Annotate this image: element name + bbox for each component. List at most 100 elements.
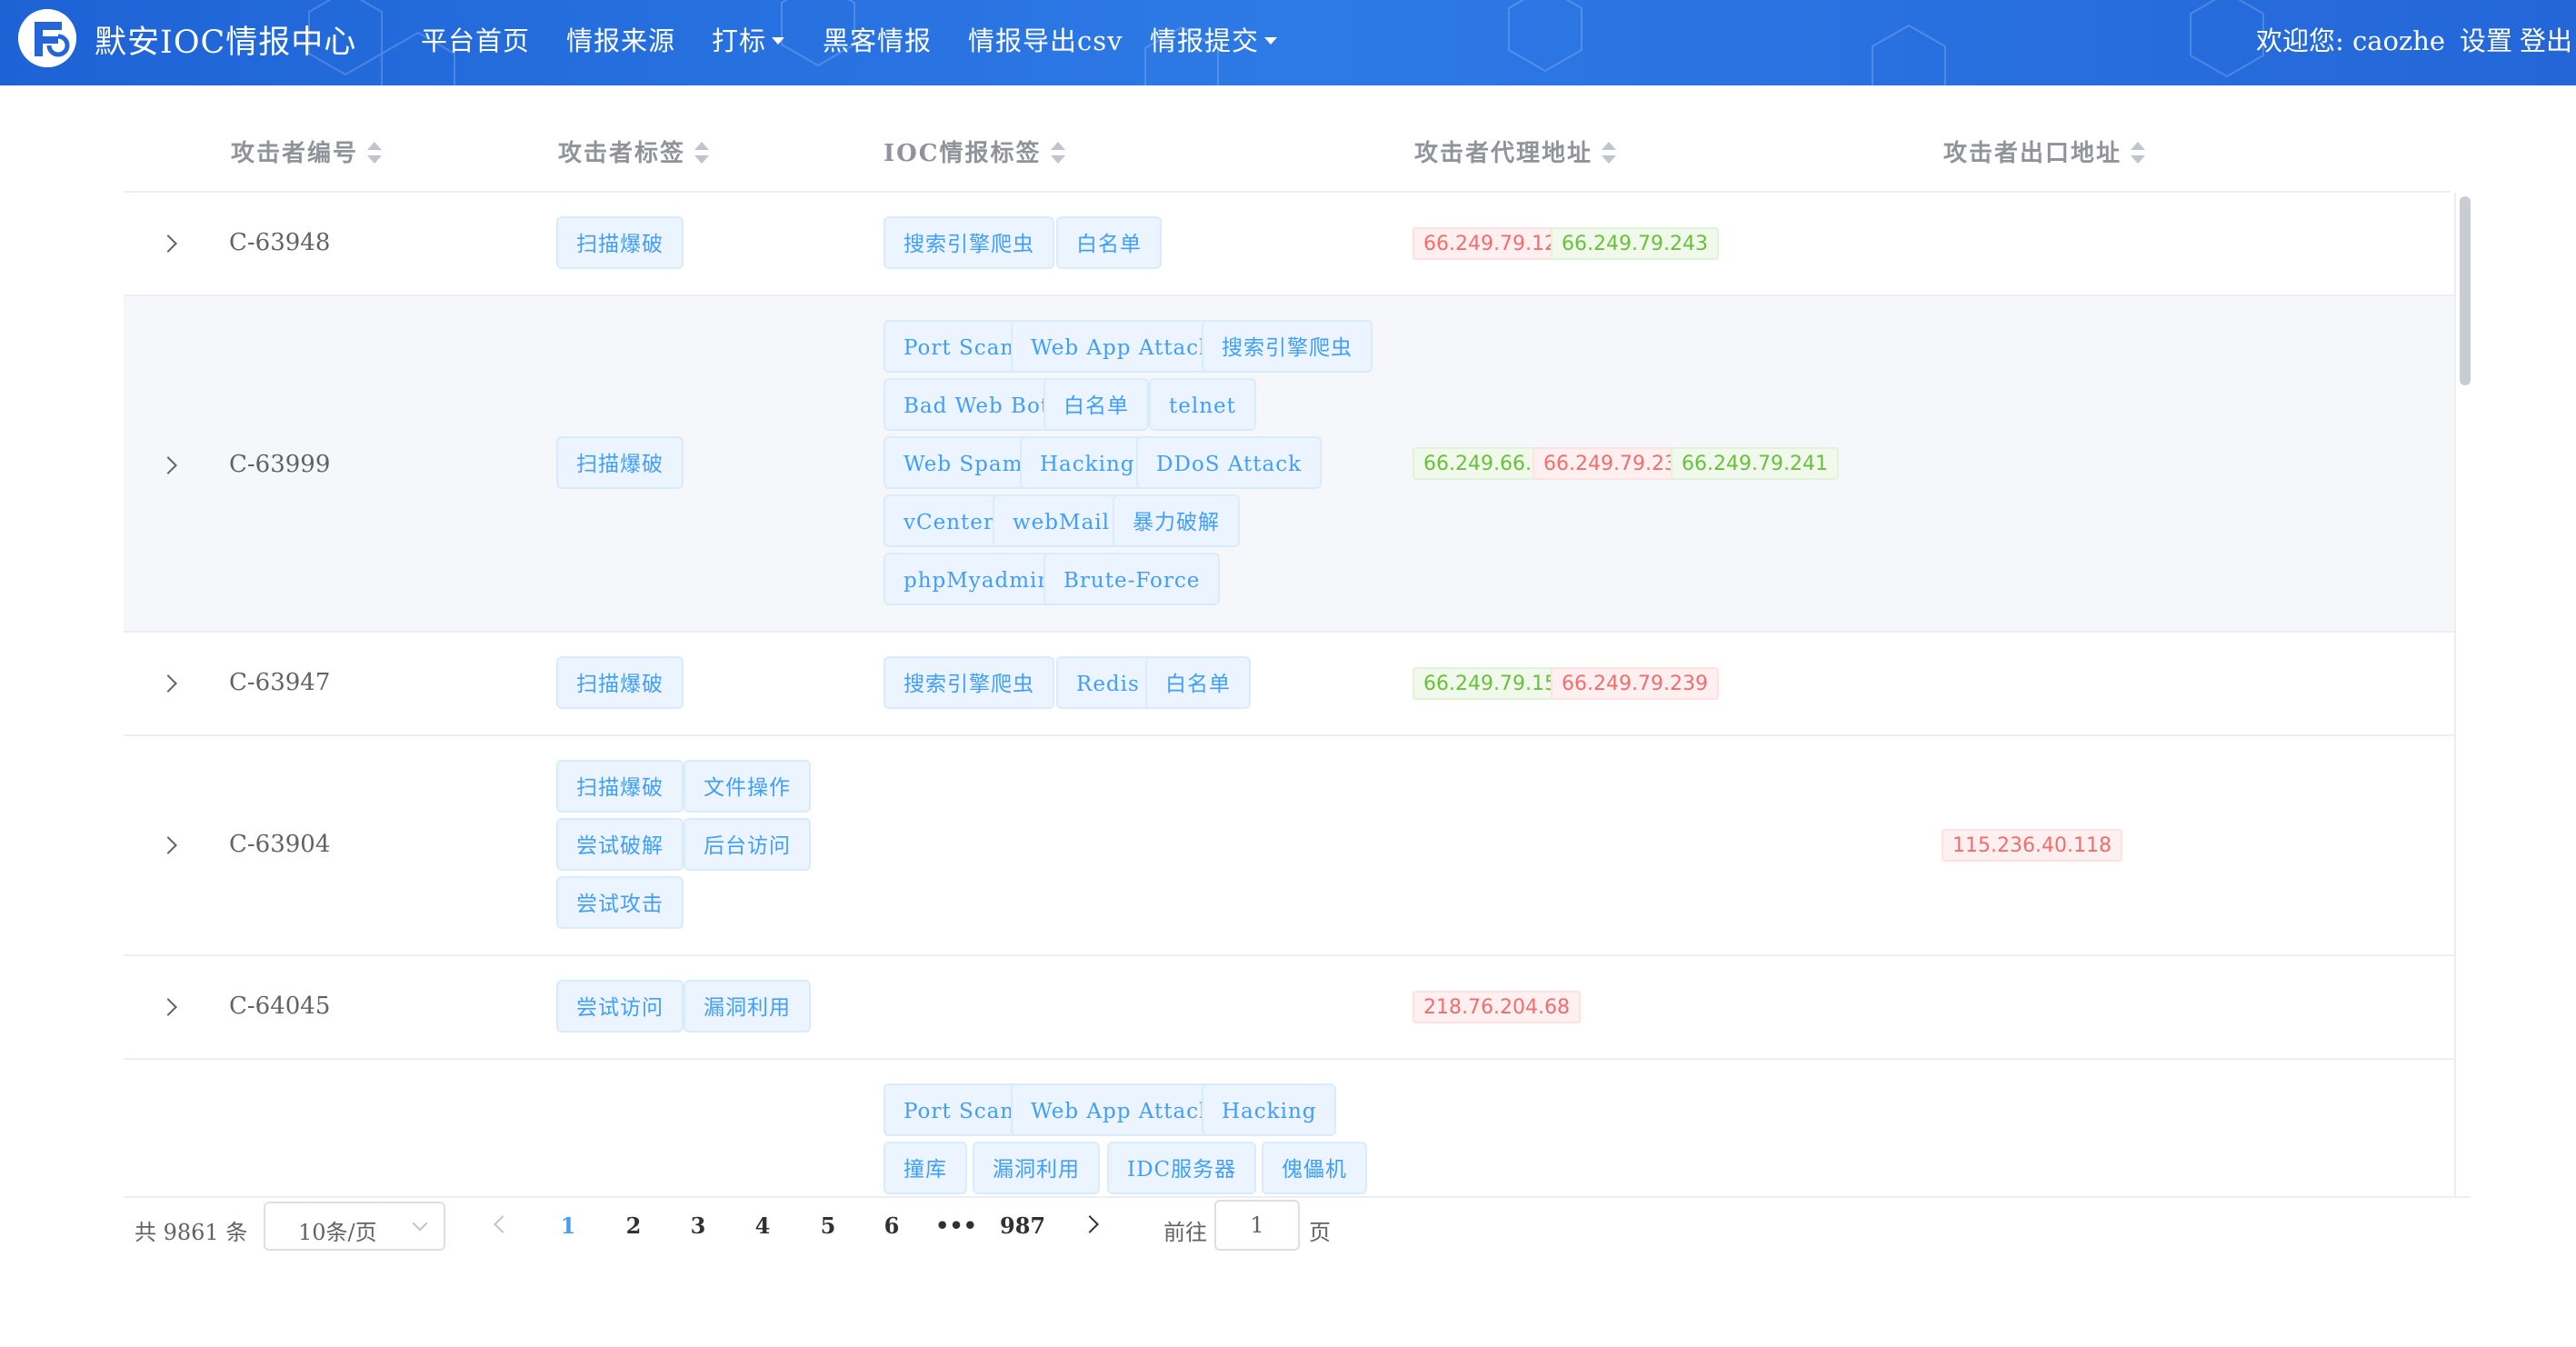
nav-item-export-csv[interactable]: 情报导出csv [968,20,1123,58]
ioc-tag[interactable]: webMail [993,494,1130,547]
ioc-tag[interactable]: 漏洞利用 [973,1142,1100,1194]
proxy-ip-tag[interactable]: 66.249.79.241 [1671,447,1839,480]
chevron-right-icon[interactable] [160,456,178,474]
attacker-tag[interactable]: 扫描爆破 [556,760,684,813]
chevron-down-icon [412,1215,428,1232]
attacker-id[interactable]: C-63947 [229,669,330,696]
column-header-label: 攻击者标签 [558,140,686,167]
ioc-tag[interactable]: Brute-Force [1043,553,1221,605]
chevron-right-icon[interactable] [160,998,178,1016]
ioc-tag[interactable]: 傀儡机 [1262,1142,1367,1194]
exit-ip-tag[interactable]: 115.236.40.118 [1942,829,2122,862]
goto-page-input[interactable] [1214,1200,1300,1251]
proxy-ip-tag[interactable]: 66.249.79.243 [1551,227,1719,260]
logout-link[interactable]: 登出 [2520,20,2572,58]
more-pages-ellipsis[interactable]: ••• [934,1212,979,1239]
ioc-tag[interactable]: Hacking [1202,1083,1337,1136]
attacker-tag[interactable]: 尝试破解 [556,818,684,871]
sort-caret-icon[interactable] [367,142,383,164]
table-row[interactable]: C-63948 扫描爆破 搜索引擎爬虫 白名单 66.249.79.129 66… [124,193,2454,296]
nav-item-submit-dropdown[interactable]: 情报提交 [1150,20,1278,58]
ioc-tag[interactable]: Web App Attack [1011,1083,1233,1136]
ioc-tag[interactable]: 搜索引擎爬虫 [884,216,1054,269]
hex-pattern-decoration [308,0,2264,85]
proxy-ip-tag[interactable]: 218.76.204.68 [1413,991,1581,1023]
ioc-tag[interactable]: 撞库 [884,1142,967,1194]
attacker-id[interactable]: C-64045 [229,993,330,1020]
table-row[interactable]: C-64045 尝试访问 漏洞利用 218.76.204.68 [124,956,2454,1060]
nav-item-hacker-intel[interactable]: 黑客情报 [823,20,932,58]
total-count: 共 9861 条 [135,1220,248,1245]
ioc-tag[interactable]: Bad Web Bot [884,378,1071,431]
sort-caret-icon[interactable] [1050,142,1065,164]
ioc-tag[interactable]: telnet [1149,378,1256,431]
column-header-attacker-id[interactable]: 攻击者编号 [231,135,383,168]
sort-caret-icon[interactable] [1602,142,1617,164]
brand-title[interactable]: 默安IOC情报中心 [95,16,356,63]
scrollbar-thumb[interactable] [2460,196,2471,385]
attacker-id[interactable]: C-63948 [229,229,330,256]
proxy-ip-tag[interactable]: 66.249.79.239 [1551,667,1719,700]
table-scrollbar[interactable] [2454,193,2472,1196]
settings-link[interactable]: 设置 [2460,20,2512,58]
welcome-user: 欢迎您: caozhe [2256,25,2446,56]
attacker-tag[interactable]: 尝试攻击 [556,876,684,929]
chevron-right-icon[interactable] [160,836,178,854]
ioc-tag[interactable]: 白名单 [1145,656,1251,709]
attacker-tag[interactable]: 漏洞利用 [684,980,811,1033]
column-header-label: 攻击者出口地址 [1943,140,2122,167]
table-header: 攻击者编号 攻击者标签 IOC情报标签 攻击者代理地址 攻击者出口地址 [124,107,2451,193]
top-navbar: 默安IOC情报中心 平台首页 情报来源 打标 黑客情报 情报导出csv 情报提交… [0,0,2576,85]
ioc-tag[interactable]: Hacking [1020,436,1155,489]
table-row[interactable]: C-63904 扫描爆破 文件操作 尝试破解 后台访问 尝试攻击 115.236… [124,736,2454,956]
table-row[interactable]: C-63999 扫描爆破 Port Scan Web App Attack 搜索… [124,296,2454,633]
page-button[interactable]: 4 [740,1212,785,1239]
ioc-tag[interactable]: 白名单 [1056,216,1162,269]
attacker-tag[interactable]: 尝试访问 [556,980,684,1033]
caret-down-icon [1264,37,1278,45]
attacker-tag[interactable]: 扫描爆破 [556,656,684,709]
page-button[interactable]: 987 [1000,1212,1045,1239]
column-header-proxy-address[interactable]: 攻击者代理地址 [1414,135,1617,168]
nav-item-tagging-dropdown[interactable]: 打标 [712,20,785,58]
ioc-tag[interactable]: 暴力破解 [1113,494,1240,547]
nav-item-submit-label: 情报提交 [1150,25,1260,56]
ioc-tag[interactable]: IDC服务器 [1107,1142,1257,1194]
attacker-tag[interactable]: 后台访问 [684,818,811,871]
attacker-id[interactable]: C-63904 [229,831,330,858]
ioc-tag[interactable]: DDoS Attack [1136,436,1323,489]
sort-caret-icon[interactable] [2131,142,2146,164]
page-button[interactable]: 6 [869,1212,914,1239]
ioc-tag[interactable]: Web App Attack [1011,320,1233,373]
nav-item-sources[interactable]: 情报来源 [566,20,675,58]
column-header-label: 攻击者编号 [231,140,359,167]
sort-caret-icon[interactable] [694,142,710,164]
next-page-icon[interactable] [1081,1215,1099,1233]
attacker-tag[interactable]: 扫描爆破 [556,216,684,269]
ioc-tag[interactable]: 白名单 [1043,378,1149,431]
column-header-attacker-tags[interactable]: 攻击者标签 [558,135,710,168]
brand-logo-icon[interactable] [18,9,76,67]
nav-item-home[interactable]: 平台首页 [421,20,530,58]
prev-page-icon[interactable] [494,1215,512,1233]
table-row[interactable]: Port Scan Web App Attack Hacking 撞库 漏洞利用… [124,1060,2454,1196]
attacker-id[interactable]: C-63999 [229,451,330,478]
ioc-tag[interactable]: Redis [1056,656,1160,709]
attacker-tag[interactable]: 文件操作 [684,760,811,813]
column-header-ioc-tags[interactable]: IOC情报标签 [884,135,1065,168]
pagination: 共 9861 条 10条/页 1 2 3 4 5 6 ••• 987 前往 页 [0,1200,2576,1272]
page-size-select[interactable]: 10条/页 [264,1202,445,1251]
column-header-label: IOC情报标签 [884,140,1042,167]
goto-suffix: 页 [1309,1220,1331,1245]
page-button[interactable]: 2 [611,1212,656,1239]
table-row[interactable]: C-63947 扫描爆破 搜索引擎爬虫 Redis 白名单 66.249.79.… [124,633,2454,736]
page-button[interactable]: 5 [805,1212,851,1239]
attacker-tag[interactable]: 扫描爆破 [556,436,684,489]
ioc-tag[interactable]: 搜索引擎爬虫 [884,656,1054,709]
page-button[interactable]: 3 [675,1212,721,1239]
chevron-right-icon[interactable] [160,674,178,693]
ioc-tag[interactable]: 搜索引擎爬虫 [1202,320,1373,373]
column-header-exit-address[interactable]: 攻击者出口地址 [1943,135,2146,168]
chevron-right-icon[interactable] [160,234,178,253]
page-button[interactable]: 1 [545,1212,591,1239]
